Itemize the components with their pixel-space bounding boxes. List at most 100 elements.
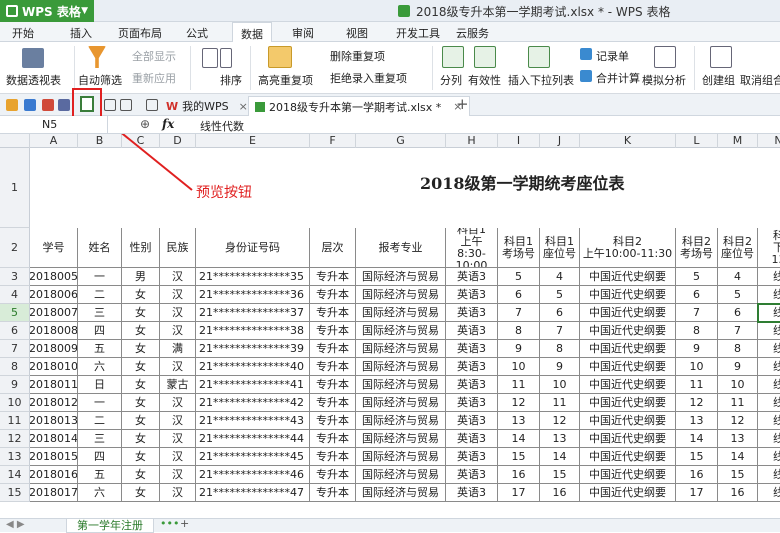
cell-E8[interactable]: 21**************40	[196, 358, 310, 376]
header-cell-F[interactable]: 层次	[310, 228, 356, 268]
doc-tab-my-wps[interactable]: W 我的WPS ×	[160, 96, 254, 116]
cell-I13[interactable]: 15	[498, 448, 540, 466]
cell-E10[interactable]: 21**************42	[196, 394, 310, 412]
cell-B10[interactable]: 一	[78, 394, 122, 412]
cell-H6[interactable]: 英语3	[446, 322, 498, 340]
customize-icon[interactable]	[146, 99, 158, 111]
close-icon[interactable]: ×	[239, 100, 248, 113]
cell-N3[interactable]: 线	[758, 268, 780, 286]
cell-F12[interactable]: 专升本	[310, 430, 356, 448]
cell-E5[interactable]: 21**************37	[196, 304, 310, 322]
cell-N8[interactable]: 线	[758, 358, 780, 376]
cell-G4[interactable]: 国际经济与贸易	[356, 286, 446, 304]
doc-tab-spreadsheet[interactable]: 2018级专升本第一学期考试.xlsx * ×	[248, 96, 470, 116]
print-icon[interactable]	[58, 99, 70, 111]
cell-N5[interactable]: 线	[758, 304, 780, 322]
cell-B14[interactable]: 五	[78, 466, 122, 484]
cell-F7[interactable]: 专升本	[310, 340, 356, 358]
cell-D13[interactable]: 汉	[160, 448, 196, 466]
cell-J8[interactable]: 9	[540, 358, 580, 376]
record-form-button[interactable]: 记录单	[596, 48, 629, 64]
tab-insert[interactable]: 插入	[70, 25, 92, 41]
header-cell-G[interactable]: 报考专业	[356, 228, 446, 268]
cell-M11[interactable]: 12	[718, 412, 758, 430]
tab-start[interactable]: 开始	[12, 25, 34, 41]
cell-N7[interactable]: 线	[758, 340, 780, 358]
tab-formula[interactable]: 公式	[186, 25, 208, 41]
cell-A9[interactable]: 2018011	[30, 376, 78, 394]
cell-A6[interactable]: 2018008	[30, 322, 78, 340]
cell-B15[interactable]: 六	[78, 484, 122, 502]
cell-J4[interactable]: 5	[540, 286, 580, 304]
cell-G12[interactable]: 国际经济与贸易	[356, 430, 446, 448]
cell-H10[interactable]: 英语3	[446, 394, 498, 412]
tab-cloud[interactable]: 云服务	[456, 25, 489, 41]
cell-F6[interactable]: 专升本	[310, 322, 356, 340]
cell-L14[interactable]: 16	[676, 466, 718, 484]
header-cell-H[interactable]: 科目1上午8:30-10:00	[446, 228, 498, 268]
more-sheets-icon[interactable]: •••	[160, 517, 179, 530]
cell-C6[interactable]: 女	[122, 322, 160, 340]
cell-E6[interactable]: 21**************38	[196, 322, 310, 340]
cell-B7[interactable]: 五	[78, 340, 122, 358]
split-button[interactable]: 分列	[440, 72, 462, 88]
reject-duplicates-button[interactable]: 拒绝录入重复项	[330, 70, 407, 86]
row-header-10[interactable]: 10	[0, 394, 30, 412]
cell-D9[interactable]: 蒙古	[160, 376, 196, 394]
cell-K4[interactable]: 中国近代史纲要	[580, 286, 676, 304]
cell-M12[interactable]: 13	[718, 430, 758, 448]
cell-J10[interactable]: 11	[540, 394, 580, 412]
cell-M9[interactable]: 10	[718, 376, 758, 394]
formula-input[interactable]: 线性代数	[200, 118, 244, 134]
cell-D10[interactable]: 汉	[160, 394, 196, 412]
cell-L15[interactable]: 17	[676, 484, 718, 502]
cell-M10[interactable]: 11	[718, 394, 758, 412]
fx-icon[interactable]: fx	[162, 117, 174, 131]
highlight-duplicates-button[interactable]: 高亮重复项	[258, 72, 313, 88]
cell-D6[interactable]: 汉	[160, 322, 196, 340]
column-header-D[interactable]: D	[160, 134, 196, 148]
cell-H5[interactable]: 英语3	[446, 304, 498, 322]
cell-N14[interactable]: 线	[758, 466, 780, 484]
cell-C9[interactable]: 女	[122, 376, 160, 394]
cell-F10[interactable]: 专升本	[310, 394, 356, 412]
cell-L7[interactable]: 9	[676, 340, 718, 358]
column-header-I[interactable]: I	[498, 134, 540, 148]
cell-E13[interactable]: 21**************45	[196, 448, 310, 466]
create-group-button[interactable]: 创建组	[702, 72, 735, 88]
cell-H12[interactable]: 英语3	[446, 430, 498, 448]
cell-E11[interactable]: 21**************43	[196, 412, 310, 430]
merge-calc-button[interactable]: 合并计算	[596, 70, 640, 86]
cell-D5[interactable]: 汉	[160, 304, 196, 322]
column-header-B[interactable]: B	[78, 134, 122, 148]
row-header-2[interactable]: 2	[0, 228, 30, 268]
cell-C13[interactable]: 女	[122, 448, 160, 466]
cell-N4[interactable]: 线	[758, 286, 780, 304]
cell-I5[interactable]: 7	[498, 304, 540, 322]
cell-D7[interactable]: 满	[160, 340, 196, 358]
cell-K7[interactable]: 中国近代史纲要	[580, 340, 676, 358]
cell-J9[interactable]: 10	[540, 376, 580, 394]
redo-icon[interactable]	[120, 99, 132, 111]
cell-I4[interactable]: 6	[498, 286, 540, 304]
cell-A7[interactable]: 2018009	[30, 340, 78, 358]
cell-A15[interactable]: 2018017	[30, 484, 78, 502]
cell-A13[interactable]: 2018015	[30, 448, 78, 466]
cell-F14[interactable]: 专升本	[310, 466, 356, 484]
cell-J6[interactable]: 7	[540, 322, 580, 340]
row-header-6[interactable]: 6	[0, 322, 30, 340]
cell-E14[interactable]: 21**************46	[196, 466, 310, 484]
cell-G13[interactable]: 国际经济与贸易	[356, 448, 446, 466]
cell-L6[interactable]: 8	[676, 322, 718, 340]
header-cell-A[interactable]: 学号	[30, 228, 78, 268]
zoom-icon[interactable]: ⊕	[140, 117, 150, 131]
cell-M5[interactable]: 6	[718, 304, 758, 322]
cell-G6[interactable]: 国际经济与贸易	[356, 322, 446, 340]
cell-C7[interactable]: 女	[122, 340, 160, 358]
column-header-C[interactable]: C	[122, 134, 160, 148]
undo-icon[interactable]	[104, 99, 116, 111]
save-icon[interactable]	[24, 99, 36, 111]
column-header-J[interactable]: J	[540, 134, 580, 148]
column-header-H[interactable]: H	[446, 134, 498, 148]
cell-H3[interactable]: 英语3	[446, 268, 498, 286]
